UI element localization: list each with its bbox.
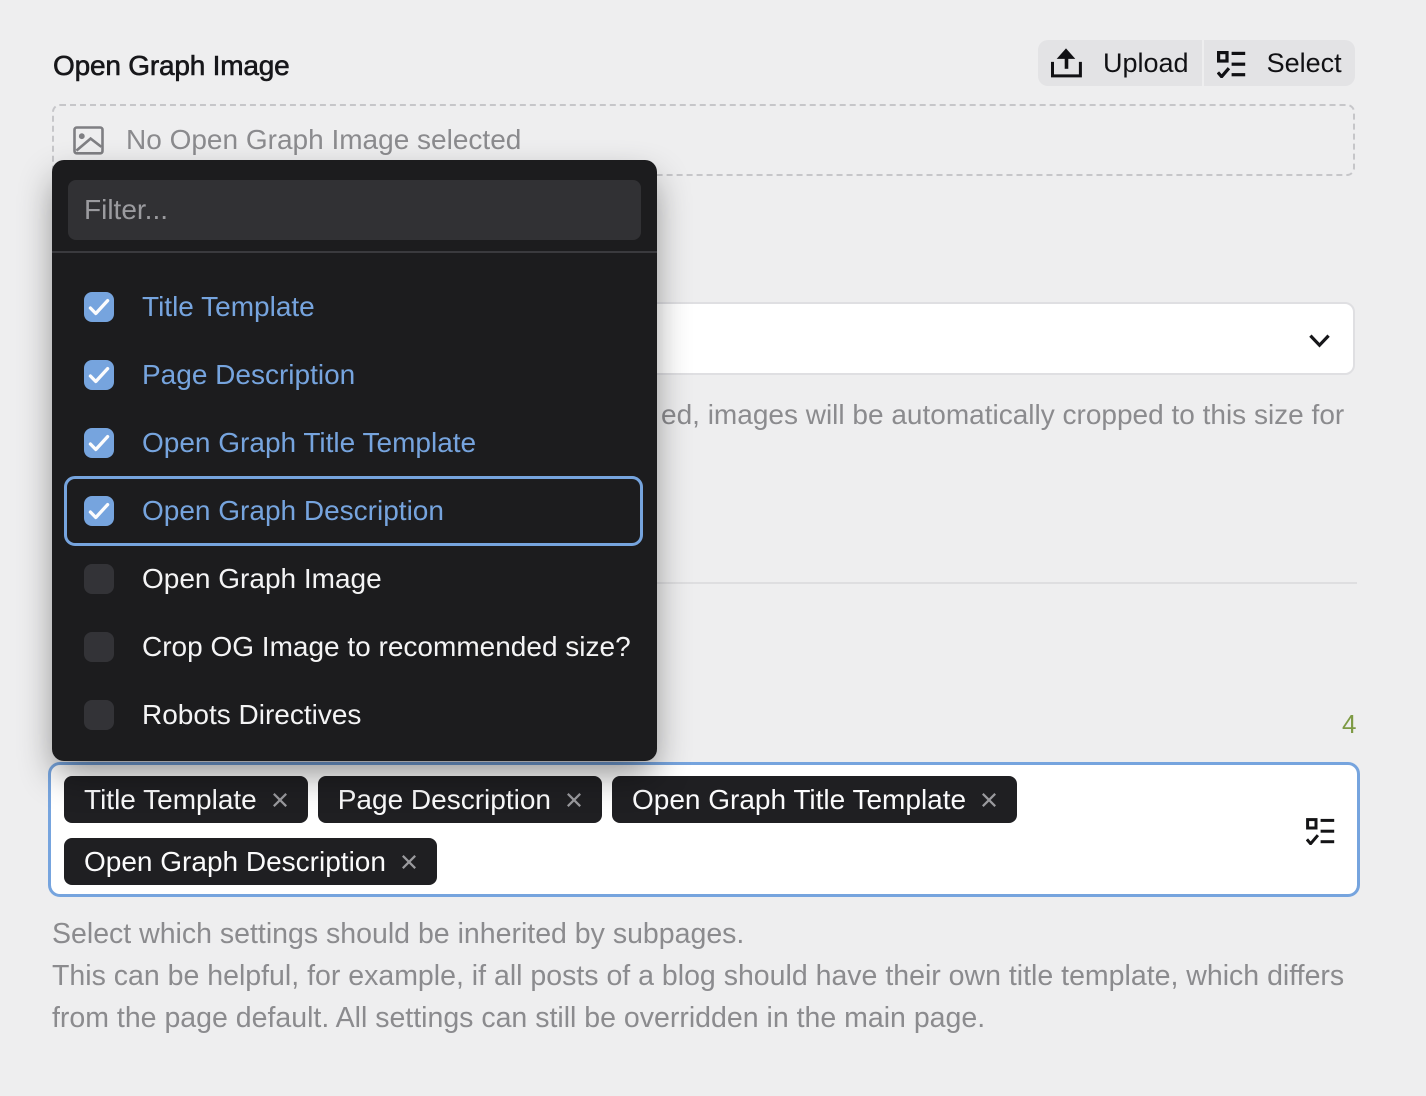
dropdown-item[interactable]: Open Graph Image <box>52 545 657 613</box>
dropdown-item[interactable]: Crop OG Image to recommended size? <box>52 613 657 681</box>
dropdown-item-label: Robots Directives <box>142 699 361 731</box>
inherit-help-text: Select which settings should be inherite… <box>52 913 1344 1039</box>
image-icon <box>73 126 104 155</box>
dropdown-item-label: Open Graph Description <box>142 495 444 527</box>
select-button-label: Select <box>1267 48 1342 79</box>
tag: Open Graph Title Template <box>612 776 1017 823</box>
upload-button[interactable]: Upload <box>1038 40 1202 86</box>
upload-icon <box>1051 48 1082 78</box>
checkbox[interactable] <box>84 564 114 594</box>
inherit-tags-input[interactable]: Title Template Page Description Open Gra… <box>48 762 1360 897</box>
dropdown-item-label: Open Graph Title Template <box>142 427 476 459</box>
dropdown-divider <box>52 251 657 253</box>
size-help-text: ed, images will be automatically cropped… <box>661 399 1344 431</box>
checkbox[interactable] <box>84 292 114 322</box>
checkbox[interactable] <box>84 632 114 662</box>
tag: Title Template <box>64 776 308 823</box>
dropdown-items: Title Template Page Description Open Gra <box>52 273 657 749</box>
tag-label: Open Graph Title Template <box>632 784 966 816</box>
dropdown-item[interactable]: Title Template <box>52 273 657 341</box>
tag-label: Page Description <box>338 784 551 816</box>
tag: Page Description <box>318 776 602 823</box>
dropdown-item[interactable]: Page Description <box>52 341 657 409</box>
tag-count: 4 <box>1342 709 1356 740</box>
remove-tag-icon[interactable] <box>566 792 582 808</box>
upload-button-label: Upload <box>1103 48 1189 79</box>
dropdown-item[interactable]: Robots Directives <box>52 681 657 749</box>
checkbox[interactable] <box>84 700 114 730</box>
remove-tag-icon[interactable] <box>401 854 417 870</box>
checklist-icon <box>1217 48 1246 78</box>
remove-tag-icon[interactable] <box>272 792 288 808</box>
help-line: This can be helpful, for example, if all… <box>52 955 1344 997</box>
settings-dropdown: Title Template Page Description Open Gra <box>52 160 657 761</box>
field-actions: Upload Select <box>1038 40 1355 86</box>
select-button[interactable]: Select <box>1204 40 1355 86</box>
tag-label: Title Template <box>84 784 257 816</box>
help-line: Select which settings should be inherite… <box>52 913 1344 955</box>
filter-input[interactable] <box>68 180 641 240</box>
og-image-placeholder-text: No Open Graph Image selected <box>126 124 521 156</box>
dropdown-item-label: Title Template <box>142 291 315 323</box>
help-line: from the page default. All settings can … <box>52 997 1344 1039</box>
dropdown-item[interactable]: Open Graph Title Template <box>52 409 657 477</box>
tag: Open Graph Description <box>64 838 437 885</box>
checklist-icon[interactable] <box>1306 818 1335 845</box>
dropdown-item-label: Crop OG Image to recommended size? <box>142 631 631 663</box>
tag-label: Open Graph Description <box>84 846 386 878</box>
dropdown-item[interactable]: Open Graph Description <box>52 477 657 545</box>
dropdown-item-label: Open Graph Image <box>142 563 382 595</box>
checkbox[interactable] <box>84 360 114 390</box>
remove-tag-icon[interactable] <box>981 792 997 808</box>
field-label: Open Graph Image <box>53 50 290 82</box>
chevron-down-icon <box>1309 334 1330 353</box>
checkbox[interactable] <box>84 428 114 458</box>
dropdown-item-label: Page Description <box>142 359 355 391</box>
checkbox[interactable] <box>84 496 114 526</box>
